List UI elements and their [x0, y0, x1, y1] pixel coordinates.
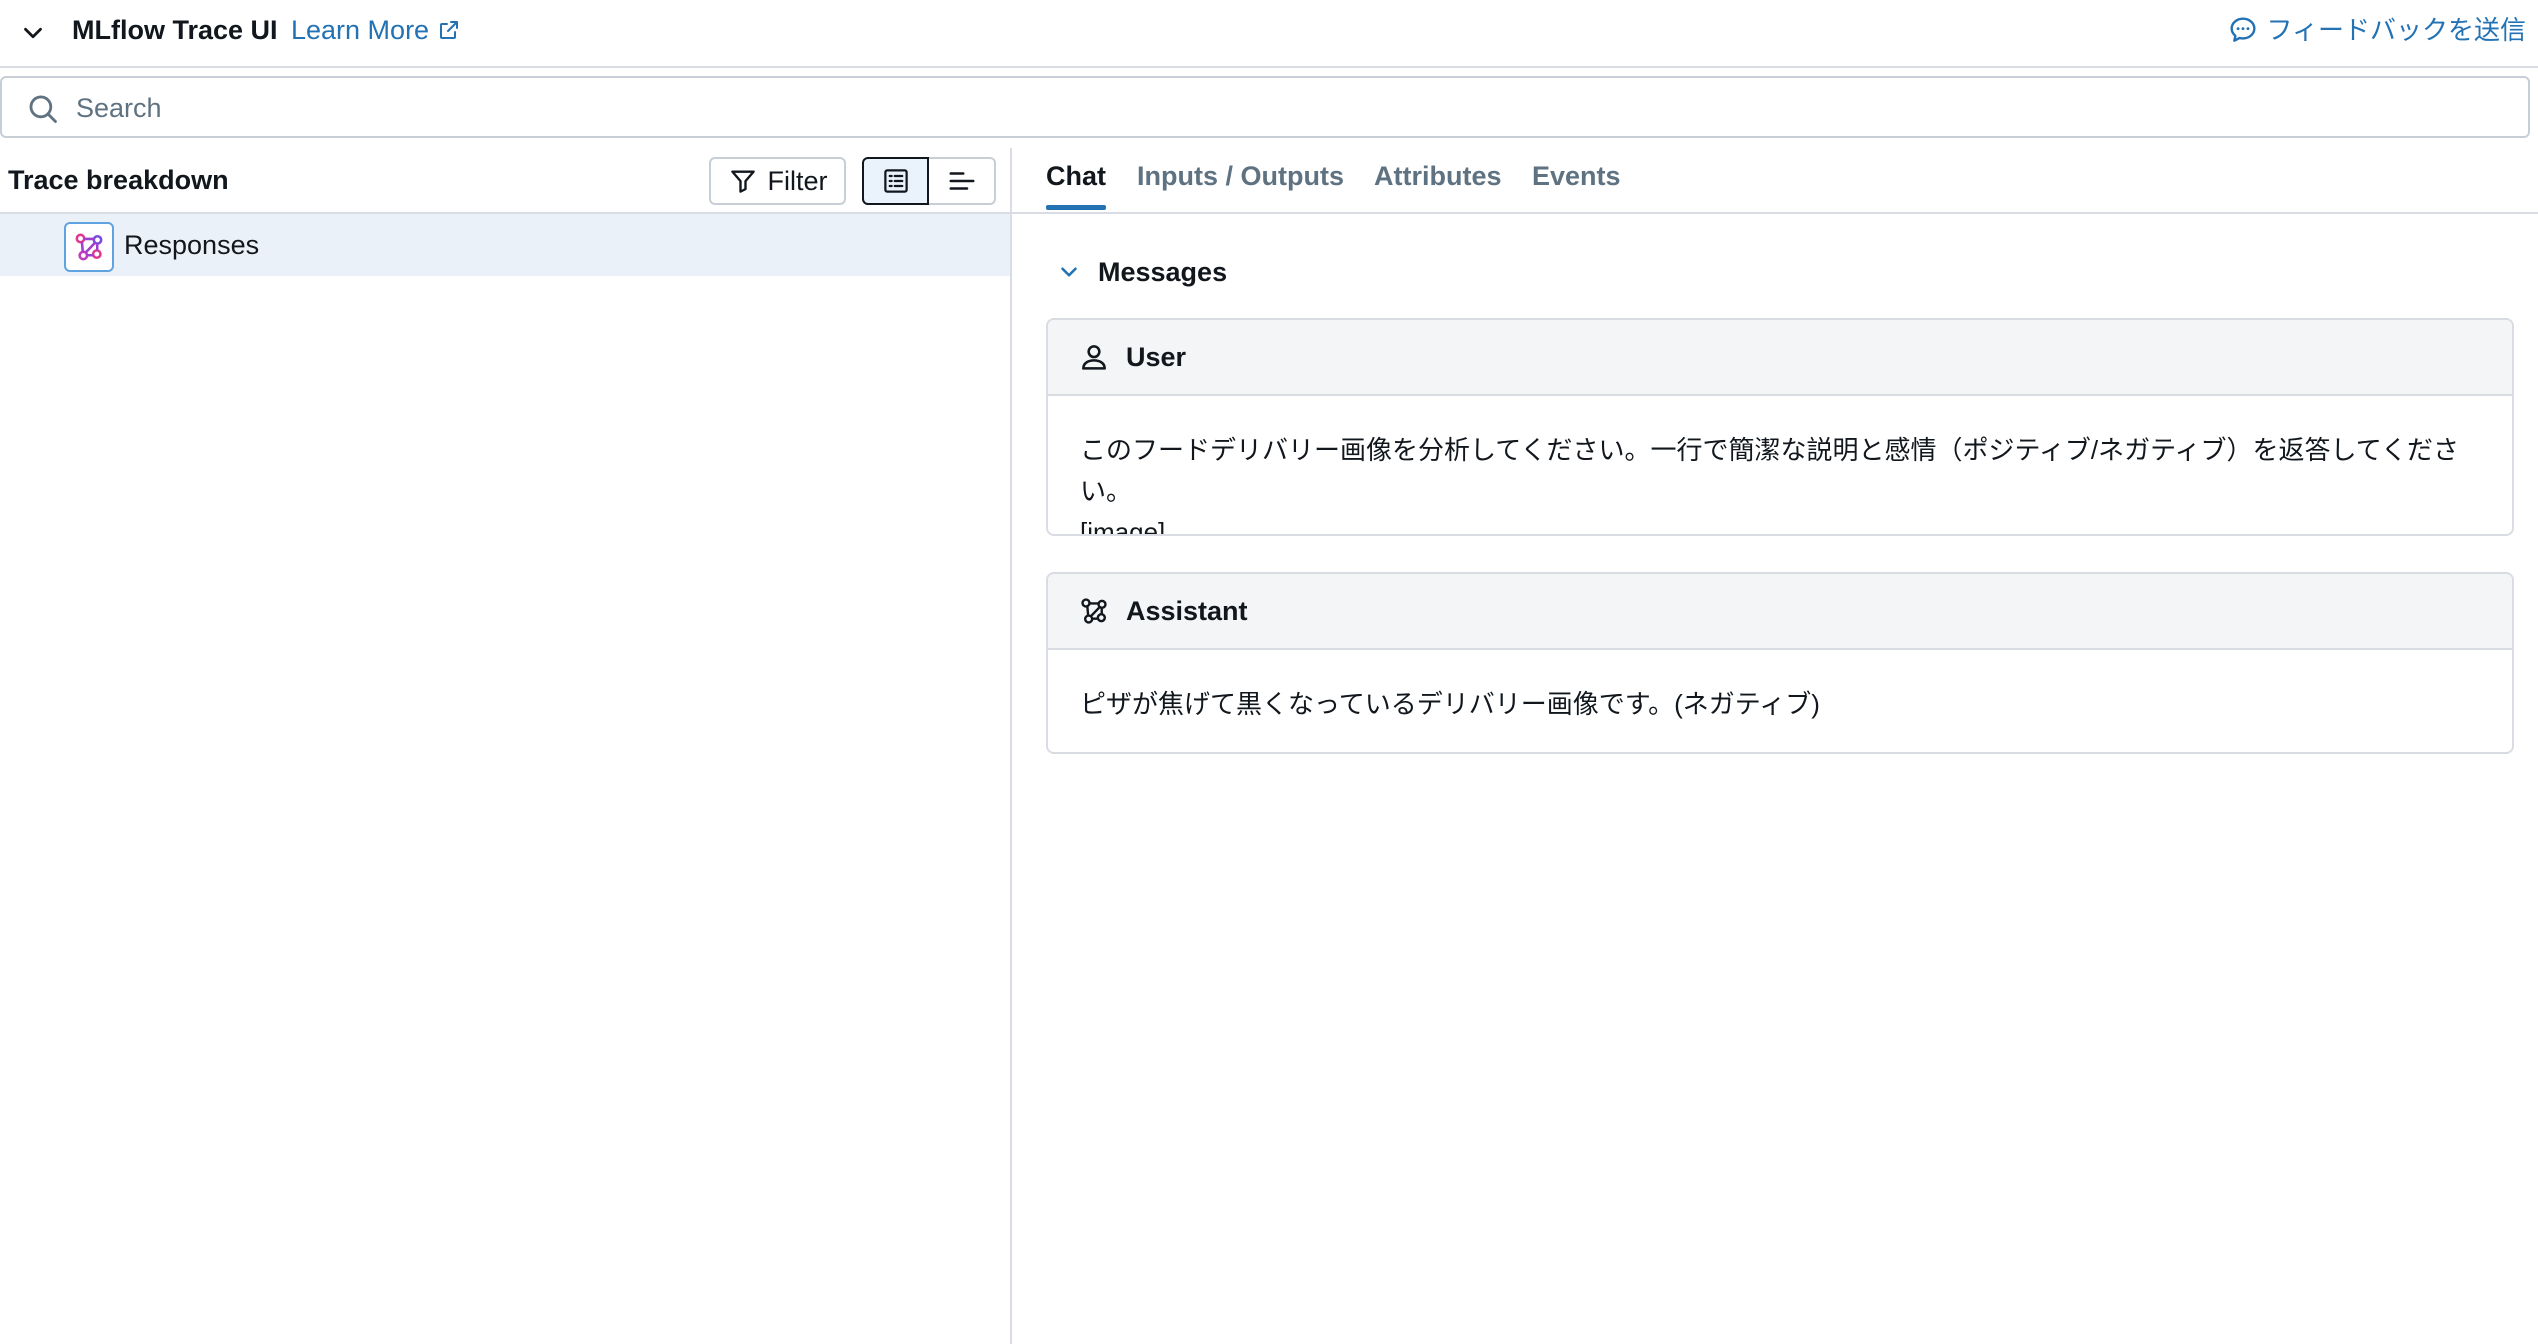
trace-breakdown-panel: Trace breakdown Filter Responses	[0, 148, 1012, 1344]
app-title: MLflow Trace UI	[72, 15, 278, 45]
span-detail-panel: Chat Inputs / Outputs Attributes Events …	[1012, 148, 2538, 1344]
search-input[interactable]	[74, 86, 2498, 130]
timeline-view-button[interactable]	[929, 157, 996, 205]
message-card-user: User このフードデリバリー画像を分析してください。一行で簡潔な説明と感情（ポ…	[1046, 318, 2514, 536]
message-text-line: [image]	[1080, 517, 1166, 536]
message-role: Assistant	[1126, 595, 1248, 626]
filter-button[interactable]: Filter	[709, 157, 846, 205]
tab-events[interactable]: Events	[1532, 158, 1621, 210]
feedback-button[interactable]: フィードバックを送信	[2227, 12, 2526, 48]
feedback-label: フィードバックを送信	[2266, 15, 2526, 45]
message-header: Assistant	[1048, 574, 2512, 650]
search-bar[interactable]	[0, 76, 2530, 138]
messages-section-toggle[interactable]: Messages	[1056, 254, 1227, 290]
llm-span-icon	[64, 222, 114, 272]
search-icon	[26, 92, 60, 126]
message-card-assistant: Assistant ピザが焦げて黒くなっているデリバリー画像です。(ネガティブ)	[1046, 572, 2514, 754]
message-text-line: ピザが焦げて黒くなっているデリバリー画像です。(ネガティブ)	[1080, 689, 1820, 719]
tab-inputs-outputs[interactable]: Inputs / Outputs	[1137, 158, 1344, 210]
message-role: User	[1126, 341, 1187, 372]
tree-row-label: Responses	[124, 230, 260, 260]
timeline-view-icon	[947, 166, 977, 196]
top-bar: MLflow Trace UI Learn More フィードバックを送信	[0, 0, 2538, 68]
assistant-icon	[1078, 595, 1110, 627]
messages-section-title: Messages	[1098, 257, 1228, 287]
learn-more-label: Learn More	[291, 15, 430, 45]
external-link-icon	[437, 18, 461, 42]
trace-breakdown-header: Trace breakdown Filter	[0, 148, 1010, 214]
view-mode-toggle	[862, 157, 996, 205]
tree-row-responses[interactable]: Responses	[0, 214, 1010, 276]
message-text-line: このフードデリバリー画像を分析してください。一行で簡潔な説明と感情（ポジティブ/…	[1080, 435, 2459, 506]
chevron-down-icon	[1056, 259, 1082, 285]
list-view-icon	[881, 166, 911, 196]
filter-label: Filter	[767, 165, 828, 196]
user-icon	[1078, 341, 1110, 373]
chevron-down-icon[interactable]	[18, 18, 48, 48]
funnel-icon	[728, 166, 758, 196]
detail-tabs: Chat Inputs / Outputs Attributes Events	[1012, 148, 2538, 214]
message-content: ピザが焦げて黒くなっているデリバリー画像です。(ネガティブ)	[1048, 650, 2512, 752]
message-content: このフードデリバリー画像を分析してください。一行で簡潔な説明と感情（ポジティブ/…	[1048, 396, 2512, 536]
tab-chat[interactable]: Chat	[1046, 158, 1106, 210]
trace-breakdown-title: Trace breakdown	[8, 165, 229, 195]
tab-attributes[interactable]: Attributes	[1374, 158, 1502, 210]
chat-bubble-icon	[2227, 14, 2259, 46]
learn-more-link[interactable]: Learn More	[291, 12, 461, 48]
list-view-button[interactable]	[862, 157, 929, 205]
message-header: User	[1048, 320, 2512, 396]
